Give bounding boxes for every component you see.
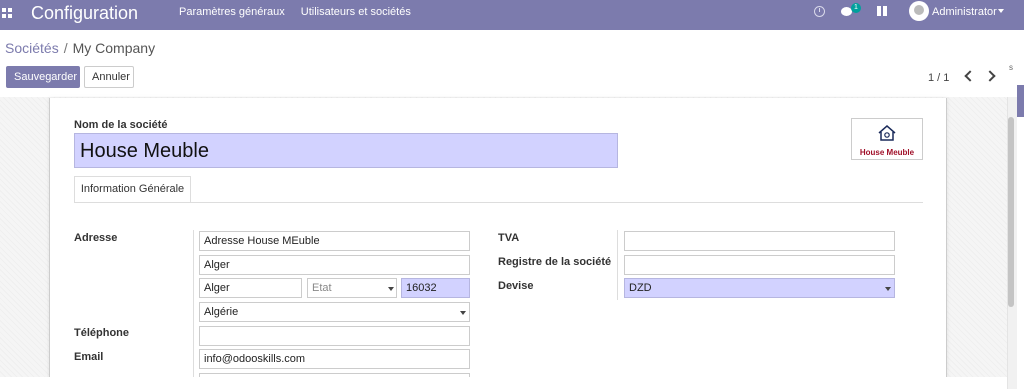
address-label: Adresse bbox=[74, 232, 118, 244]
phone-input[interactable] bbox=[199, 326, 470, 346]
company-logo[interactable]: House Meuble bbox=[851, 118, 923, 160]
user-name[interactable]: Administrator bbox=[932, 6, 997, 18]
company-name-label: Nom de la société bbox=[74, 119, 168, 131]
state-select[interactable]: Etat bbox=[307, 278, 397, 298]
apps-menu-icon[interactable] bbox=[2, 8, 12, 18]
menu-item-general-settings[interactable]: Paramètres généraux bbox=[179, 5, 285, 19]
house-logo-icon bbox=[878, 125, 896, 141]
discard-button[interactable]: Annuler bbox=[84, 66, 134, 88]
pager-previous-icon[interactable] bbox=[964, 70, 976, 82]
email-label: Email bbox=[74, 351, 104, 363]
state-placeholder: Etat bbox=[312, 282, 332, 294]
city-input[interactable]: Alger bbox=[199, 278, 302, 298]
currency-value: DZD bbox=[629, 282, 652, 294]
email-input[interactable]: info@odooskills.com bbox=[199, 349, 470, 369]
gift-icon[interactable] bbox=[877, 6, 887, 16]
country-caret-icon bbox=[460, 311, 466, 315]
currency-caret-icon bbox=[885, 287, 891, 291]
activity-clock-icon[interactable] bbox=[814, 6, 825, 17]
currency-label: Devise bbox=[498, 280, 534, 292]
stray-character: s bbox=[1009, 63, 1013, 72]
tab-general-information[interactable]: Information Générale bbox=[74, 176, 191, 203]
zip-input[interactable]: 16032 bbox=[401, 278, 470, 298]
top-navbar: Configuration Paramètres généraux Utilis… bbox=[0, 0, 1024, 30]
menu-item-users-companies[interactable]: Utilisateurs et sociétés bbox=[301, 5, 411, 19]
left-column-separator bbox=[193, 230, 194, 380]
breadcrumb-separator: / bbox=[63, 40, 68, 56]
tab-divider bbox=[74, 202, 923, 203]
chat-count-badge: 1 bbox=[851, 3, 861, 13]
scrollbar-thumb[interactable] bbox=[1008, 117, 1014, 307]
user-menu-caret-icon[interactable] bbox=[998, 9, 1004, 13]
breadcrumb-parent[interactable]: Sociétés bbox=[5, 40, 59, 56]
street-input[interactable]: Adresse House MEuble bbox=[199, 231, 470, 251]
main-menu: Paramètres généraux Utilisateurs et soci… bbox=[179, 5, 411, 19]
user-avatar[interactable] bbox=[909, 1, 929, 21]
right-column-separator bbox=[617, 230, 618, 300]
company-registry-input[interactable] bbox=[624, 255, 895, 275]
currency-select[interactable]: DZD bbox=[624, 278, 895, 298]
pager-next-icon[interactable] bbox=[984, 70, 996, 82]
company-name-input[interactable]: House Meuble bbox=[74, 133, 618, 168]
country-select[interactable]: Algérie bbox=[199, 302, 470, 322]
pager-value[interactable]: 1 / 1 bbox=[928, 72, 949, 84]
breadcrumb: Sociétés / My Company bbox=[5, 40, 155, 56]
save-button[interactable]: Sauvegarder bbox=[6, 66, 80, 88]
country-value: Algérie bbox=[204, 306, 239, 318]
edge-accent-bar bbox=[1017, 85, 1024, 117]
company-registry-label: Registre de la société bbox=[498, 256, 612, 268]
logo-text: House Meuble bbox=[859, 148, 915, 157]
vat-label: TVA bbox=[498, 232, 520, 244]
breadcrumb-current: My Company bbox=[72, 40, 156, 56]
vertical-scrollbar[interactable] bbox=[1007, 97, 1017, 389]
bottom-overlay bbox=[0, 377, 1007, 389]
phone-label: Téléphone bbox=[74, 327, 130, 339]
state-caret-icon bbox=[388, 287, 394, 291]
street2-input[interactable]: Alger bbox=[199, 255, 470, 275]
app-title[interactable]: Configuration bbox=[31, 2, 138, 24]
vat-input[interactable] bbox=[624, 231, 895, 251]
